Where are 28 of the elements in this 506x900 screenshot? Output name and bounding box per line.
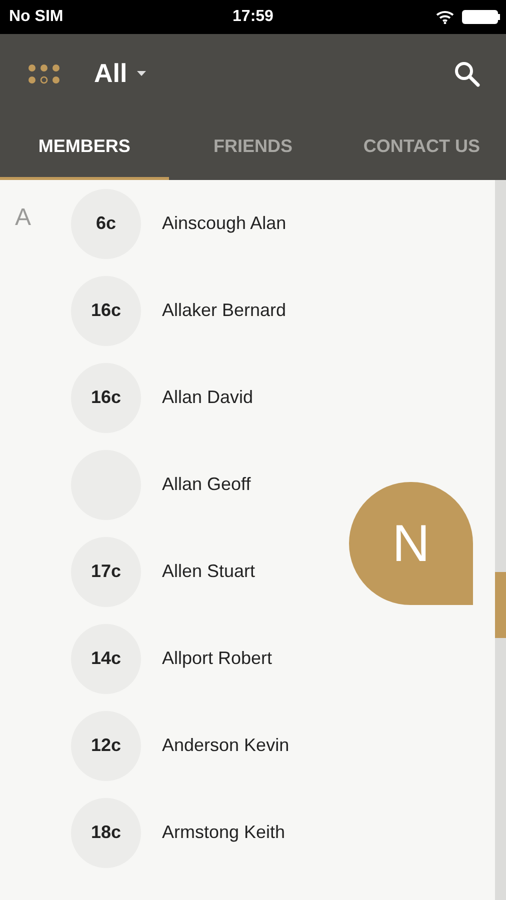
avatar-badge: 17c (71, 536, 141, 606)
search-icon[interactable] (454, 60, 480, 86)
avatar-badge: 14c (71, 624, 141, 694)
avatar-badge: 16c (71, 276, 141, 346)
avatar-badge: 16c (71, 362, 141, 432)
tab[interactable]: FRIENDS (168, 113, 338, 180)
battery-icon (462, 9, 500, 25)
caret-icon (137, 71, 146, 76)
avatar-badge: 6c (71, 188, 141, 258)
carrier-text: No SIM (9, 8, 64, 26)
tab[interactable]: CONTACT US (337, 113, 506, 180)
member-name[interactable]: Armstong Keith (162, 822, 286, 843)
member-name[interactable]: Allport Robert (162, 648, 272, 669)
member-name[interactable]: Anderson Kevin (162, 735, 290, 756)
scrollbar-thumb[interactable] (495, 572, 506, 638)
member-name[interactable]: Allan David (162, 387, 254, 408)
clock-text: 17:59 (232, 8, 274, 25)
wifi-icon (436, 10, 454, 24)
member-name[interactable]: Allen Stuart (162, 561, 256, 582)
section-letter: A (15, 204, 32, 232)
member-name[interactable]: Allaker Bernard (162, 300, 286, 321)
avatar-badge: 18c (71, 798, 141, 868)
index-bubble: N (349, 482, 473, 605)
member-name[interactable]: Ainscough Alan (162, 213, 286, 234)
filter-dropdown[interactable]: All (94, 58, 146, 89)
grid-menu-icon[interactable] (28, 64, 61, 84)
member-name[interactable]: Allan Geoff (162, 474, 251, 495)
avatar-badge: 12c (71, 710, 141, 780)
